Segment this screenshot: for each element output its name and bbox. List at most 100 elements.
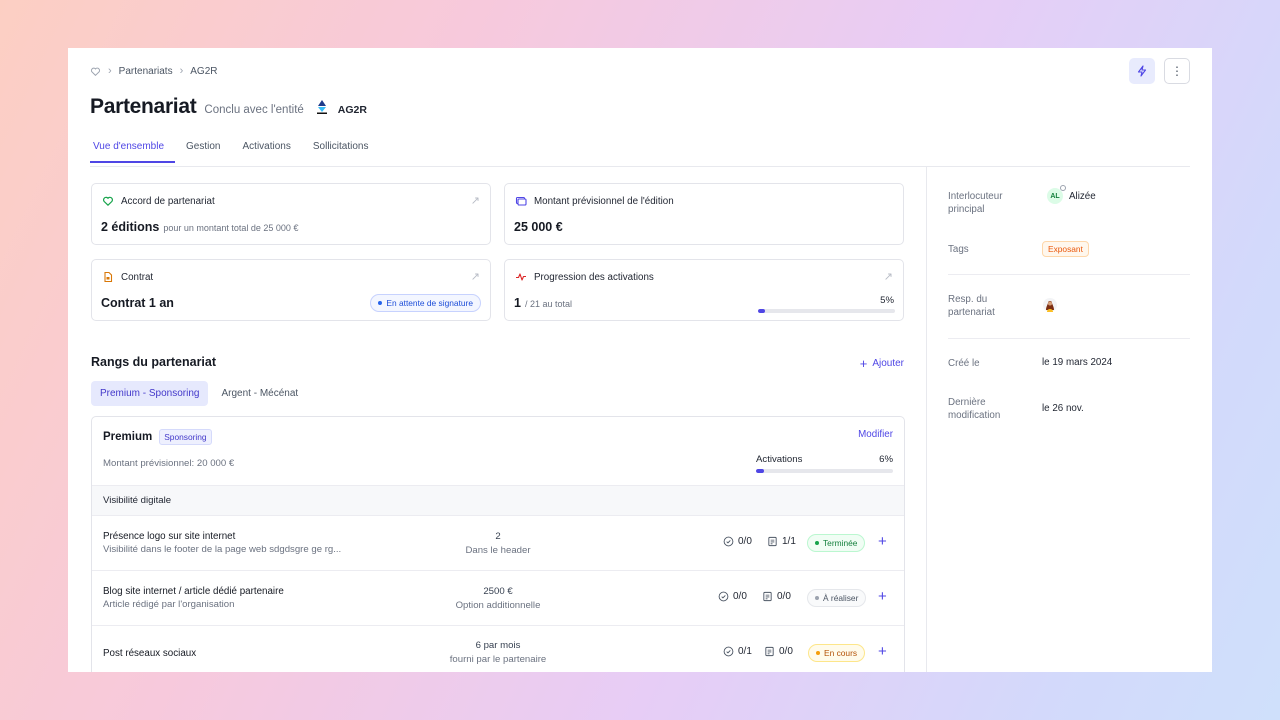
check-count: 0/0 — [733, 591, 747, 602]
activation-row[interactable]: Post réseaux sociaux 6 par mois fourni p… — [92, 625, 904, 672]
group-header: Visibilité digitale — [92, 485, 904, 515]
rank-tab-argent[interactable]: Argent - Mécénat — [212, 381, 307, 406]
more-vertical-icon: ⋮ — [1171, 64, 1183, 78]
add-activation-plus-icon[interactable]: + — [878, 533, 887, 550]
rank-name: Premium — [103, 431, 153, 443]
activation-name: Blog site internet / article dédié parte… — [103, 586, 284, 597]
modified-label: Dernière modification — [948, 397, 1001, 421]
resp-label: Resp. du partenariat — [948, 294, 995, 318]
document-icon — [768, 536, 777, 547]
activation-qty-note: fourni par le partenaire — [449, 654, 547, 665]
doc-counter: 1/1 — [767, 536, 796, 547]
breadcrumb: › Partenariats › AG2R — [90, 65, 218, 77]
edit-rank-link[interactable]: Modifier — [858, 429, 893, 440]
status-badge-label: En attente de signature — [386, 298, 473, 308]
check-counter: 0/1 — [723, 646, 752, 657]
resp-avatar[interactable] — [1043, 298, 1057, 315]
card-contrat[interactable]: Contrat ↗ Contrat 1 an En attente de sig… — [91, 259, 491, 321]
section-title: Rangs du partenariat — [91, 355, 217, 369]
file-lock-icon — [104, 271, 113, 283]
card-accord-partenariat[interactable]: Accord de partenariat ↗ 2 éditions pour u… — [91, 183, 491, 245]
chevron-right-icon: › — [179, 65, 184, 77]
add-rank-button[interactable]: + Ajouter — [860, 356, 904, 371]
activation-qty: 2500 € — [483, 586, 513, 597]
lightning-icon — [1137, 65, 1147, 77]
doc-count: 0/0 — [777, 591, 791, 602]
activation-name: Post réseaux sociaux — [103, 648, 197, 659]
tab-gestion[interactable]: Gestion — [183, 136, 231, 162]
arrow-up-right-icon[interactable]: ↗ — [471, 270, 480, 283]
check-counter: 0/0 — [718, 591, 747, 602]
check-count: 0/1 — [738, 646, 752, 657]
activation-desc: Visibilité dans le footer de la page web… — [103, 544, 342, 555]
modified-value: le 26 nov. — [1042, 403, 1084, 414]
created-label: Créé le — [948, 358, 980, 369]
arrow-up-right-icon[interactable]: ↗ — [884, 270, 893, 283]
card-progression-activations[interactable]: Progression des activations ↗ 1/ 21 au t… — [504, 259, 904, 321]
card-title: Montant prévisionnel de l'édition — [534, 195, 674, 207]
page-title: Partenariat — [90, 95, 197, 118]
check-counter: 0/0 — [723, 536, 752, 547]
tag-badge[interactable]: Exposant — [1042, 241, 1089, 257]
tab-bar: Vue d'ensemble Gestion Activations Solli… — [90, 136, 387, 163]
rank-panel: Premium Sponsoring Modifier Montant prév… — [91, 416, 905, 672]
entity-logo — [314, 99, 330, 115]
status-badge-label: En cours — [824, 648, 858, 658]
activation-qty: 6 par mois — [475, 640, 521, 651]
document-icon — [765, 646, 774, 657]
chevron-right-icon: › — [108, 65, 112, 77]
add-activation-plus-icon[interactable]: + — [878, 643, 887, 660]
activation-qty-note: Dans le header — [465, 545, 531, 556]
breadcrumb-item-current: AG2R — [190, 65, 218, 77]
arrow-up-right-icon[interactable]: ↗ — [471, 194, 480, 207]
doc-counter: 0/0 — [762, 591, 791, 602]
created-value: le 19 mars 2024 — [1042, 357, 1113, 368]
card-detail: / 21 au total — [524, 299, 572, 309]
rank-activations-percent: 6% — [879, 454, 893, 465]
status-badge: En attente de signature — [370, 294, 481, 312]
rank-tab-premium[interactable]: Premium - Sponsoring — [91, 381, 209, 406]
status-badge: Terminée — [807, 534, 866, 552]
rank-activations-label: Activations — [756, 454, 803, 465]
progress-bar-fill — [758, 309, 765, 313]
tab-sollicitations[interactable]: Sollicitations — [310, 136, 380, 162]
coins-icon — [515, 196, 527, 206]
sidebar-divider-line — [948, 338, 1190, 339]
rank-amount: Montant prévisionnel: 20 000 € — [103, 458, 235, 469]
doc-count: 0/0 — [779, 646, 793, 657]
progress-percent: 5% — [880, 295, 894, 306]
activation-name: Présence logo sur site internet — [103, 531, 236, 542]
online-status-icon — [1060, 185, 1066, 191]
activation-row[interactable]: Présence logo sur site internet Visibili… — [92, 515, 904, 570]
status-badge-label: À réaliser — [823, 593, 859, 603]
interlocuteur-name: Alizée — [1069, 190, 1096, 202]
page-header: Partenariat Conclu avec l'entité AG2R — [90, 95, 367, 119]
tab-vue-ensemble[interactable]: Vue d'ensemble — [90, 136, 176, 163]
activation-qty: 2 — [495, 531, 501, 542]
tab-activations[interactable]: Activations — [240, 136, 302, 162]
card-value: 2 éditions — [101, 220, 160, 234]
rank-tag: Sponsoring — [159, 429, 212, 445]
card-detail: pour un montant total de 25 000 € — [163, 223, 299, 233]
doc-counter: 0/0 — [764, 646, 793, 657]
activation-row[interactable]: Blog site internet / article dédié parte… — [92, 570, 904, 625]
activation-qty-note: Option additionnelle — [455, 600, 541, 611]
add-activation-plus-icon[interactable]: + — [878, 588, 887, 605]
check-circle-icon — [723, 646, 734, 657]
group-title: Visibilité digitale — [103, 495, 172, 506]
check-circle-icon — [723, 536, 734, 547]
card-title: Progression des activations — [534, 271, 654, 283]
status-badge: À réaliser — [807, 589, 867, 607]
lightning-button[interactable] — [1129, 58, 1155, 84]
progress-bar — [758, 309, 895, 313]
heart-hand-icon[interactable] — [90, 66, 101, 77]
card-montant-previsionnel[interactable]: Montant prévisionnel de l'édition 25 000… — [504, 183, 904, 245]
entity-name[interactable]: AG2R — [338, 104, 367, 116]
interlocuteur-value[interactable]: AL Alizée — [1047, 185, 1096, 204]
breadcrumb-item-partenariats[interactable]: Partenariats — [119, 66, 173, 77]
avatar-initials: AL — [1050, 192, 1060, 200]
activity-icon — [516, 273, 526, 281]
rank-progress-bar — [756, 469, 893, 473]
more-options-button[interactable]: ⋮ — [1164, 58, 1190, 84]
activation-desc: Article rédigé par l'organisation — [103, 599, 235, 610]
